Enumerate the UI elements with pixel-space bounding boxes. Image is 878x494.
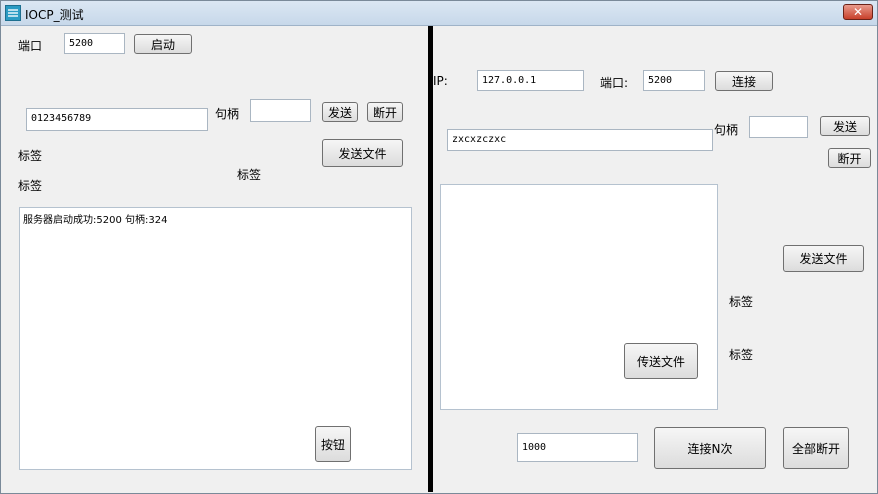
transfer-file-button[interactable]: 传送文件: [624, 343, 698, 379]
client-disconnect-button[interactable]: 断开: [828, 148, 871, 168]
connect-n-times-button[interactable]: 连接N次: [654, 427, 766, 469]
client-area: 端口 5200 启动 0123456789 句柄 发送 断开 标签 发送文件 标…: [4, 26, 874, 492]
server-label-3: 标签: [237, 168, 262, 182]
client-label-1: 标签: [729, 295, 754, 309]
server-generic-button[interactable]: 按钮: [315, 426, 351, 462]
server-label-1: 标签: [18, 149, 43, 163]
client-ip-label: IP:: [433, 74, 448, 88]
server-handle-input[interactable]: [250, 99, 311, 122]
server-send-button[interactable]: 发送: [322, 102, 358, 122]
main-window: IOCP_测试 ✕ 端口 5200 启动 0123456789 句柄 发送 断开…: [0, 0, 878, 494]
client-port-label: 端口:: [600, 76, 629, 90]
title-bar[interactable]: IOCP_测试 ✕: [1, 1, 877, 26]
server-port-label: 端口: [18, 39, 43, 53]
server-port-input[interactable]: 5200: [64, 33, 125, 54]
server-label-2: 标签: [18, 179, 43, 193]
panel-divider: [428, 26, 433, 492]
connection-count-input[interactable]: 1000: [517, 433, 638, 462]
server-send-file-button[interactable]: 发送文件: [322, 139, 403, 167]
server-log-text: 服务器启动成功:5200 句柄:324: [23, 215, 168, 226]
window-title: IOCP_测试: [25, 8, 84, 22]
client-send-input[interactable]: zxcxzczxc: [447, 129, 713, 151]
server-send-input[interactable]: 0123456789: [26, 108, 208, 131]
close-button[interactable]: ✕: [843, 4, 873, 20]
client-handle-input[interactable]: [749, 116, 808, 138]
client-port-input[interactable]: 5200: [643, 70, 705, 91]
disconnect-all-button[interactable]: 全部断开: [783, 427, 849, 469]
start-button[interactable]: 启动: [134, 34, 192, 54]
server-disconnect-button[interactable]: 断开: [367, 102, 403, 122]
client-ip-input[interactable]: 127.0.0.1: [477, 70, 584, 91]
client-handle-label: 句柄: [714, 123, 739, 137]
close-icon: ✕: [852, 5, 864, 19]
app-icon: [5, 5, 21, 21]
server-log-textarea[interactable]: 服务器启动成功:5200 句柄:324: [19, 207, 412, 470]
client-send-file-button[interactable]: 发送文件: [783, 245, 864, 272]
server-handle-label: 句柄: [215, 107, 240, 121]
client-label-2: 标签: [729, 348, 754, 362]
client-send-button[interactable]: 发送: [820, 116, 870, 136]
client-connect-button[interactable]: 连接: [715, 71, 773, 91]
